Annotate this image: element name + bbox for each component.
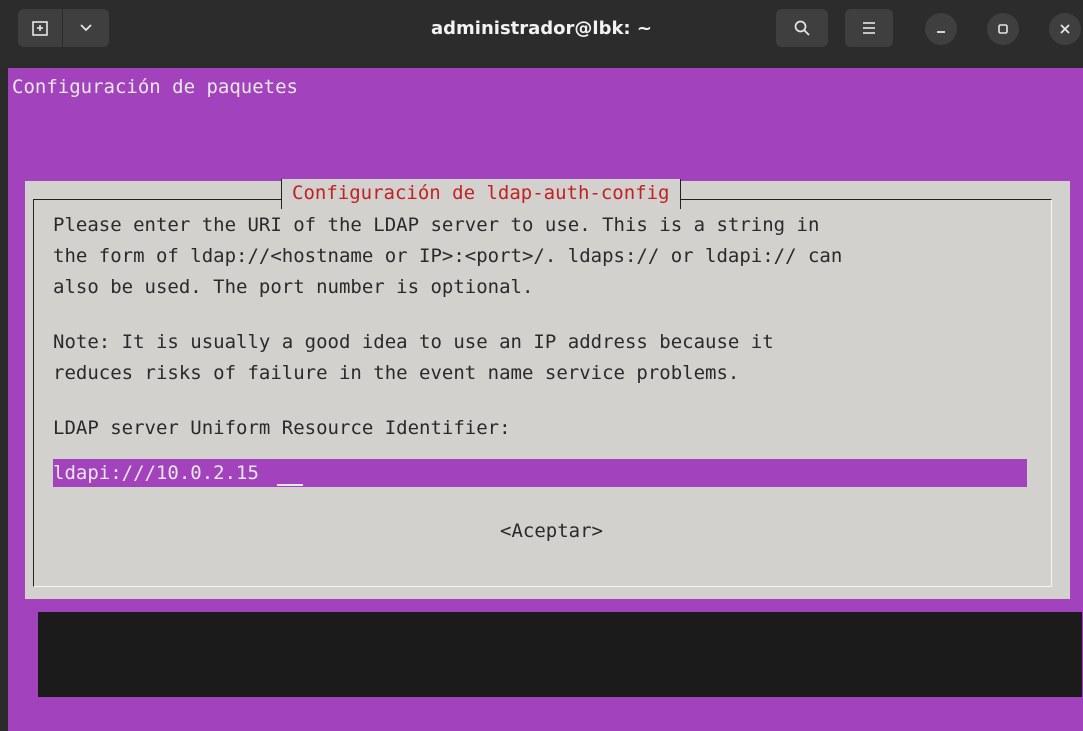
search-button[interactable]	[776, 9, 828, 47]
package-config-header: Configuración de paquetes	[12, 76, 298, 98]
ldap-config-dialog: Configuración de ldap-auth-config Please…	[25, 179, 1070, 599]
maximize-icon	[998, 24, 1008, 34]
tab-menu-button[interactable]	[63, 9, 109, 47]
main-menu-button[interactable]	[845, 9, 893, 47]
minimize-icon	[937, 31, 945, 33]
input-cursor	[277, 484, 303, 486]
chevron-down-icon	[80, 24, 92, 32]
terminal-area[interactable]: Configuración de paquetes Configuración …	[8, 68, 1083, 731]
uri-input-value: ldapi:///10.0.2.15	[53, 462, 259, 484]
window-title: administrador@lbk: ~	[431, 18, 652, 39]
new-tab-icon	[32, 21, 48, 36]
hamburger-menu-icon	[863, 22, 875, 34]
dialog-title: Configuración de ldap-auth-config	[281, 179, 681, 209]
search-icon	[794, 20, 810, 36]
uri-input-field[interactable]: ldapi:///10.0.2.15	[53, 459, 1027, 487]
minimize-button[interactable]	[925, 13, 957, 45]
close-icon	[1060, 24, 1070, 34]
maximize-button[interactable]	[987, 13, 1019, 45]
title-bar: administrador@lbk: ~	[0, 0, 1083, 68]
accept-button[interactable]: <Aceptar>	[500, 520, 603, 542]
description-line-2: the form of ldap://<hostname or IP>:<por…	[53, 245, 843, 267]
close-button[interactable]	[1049, 13, 1081, 45]
description-line-3: also be used. The port number is optiona…	[53, 276, 534, 298]
field-label: LDAP server Uniform Resource Identifier:	[53, 417, 511, 439]
description-line-1: Please enter the URI of the LDAP server …	[53, 214, 820, 236]
note-line-1: Note: It is usually a good idea to use a…	[53, 331, 774, 353]
new-tab-button[interactable]	[18, 9, 62, 47]
dialog-shadow	[38, 612, 1082, 697]
note-line-2: reduces risks of failure in the event na…	[53, 362, 740, 384]
